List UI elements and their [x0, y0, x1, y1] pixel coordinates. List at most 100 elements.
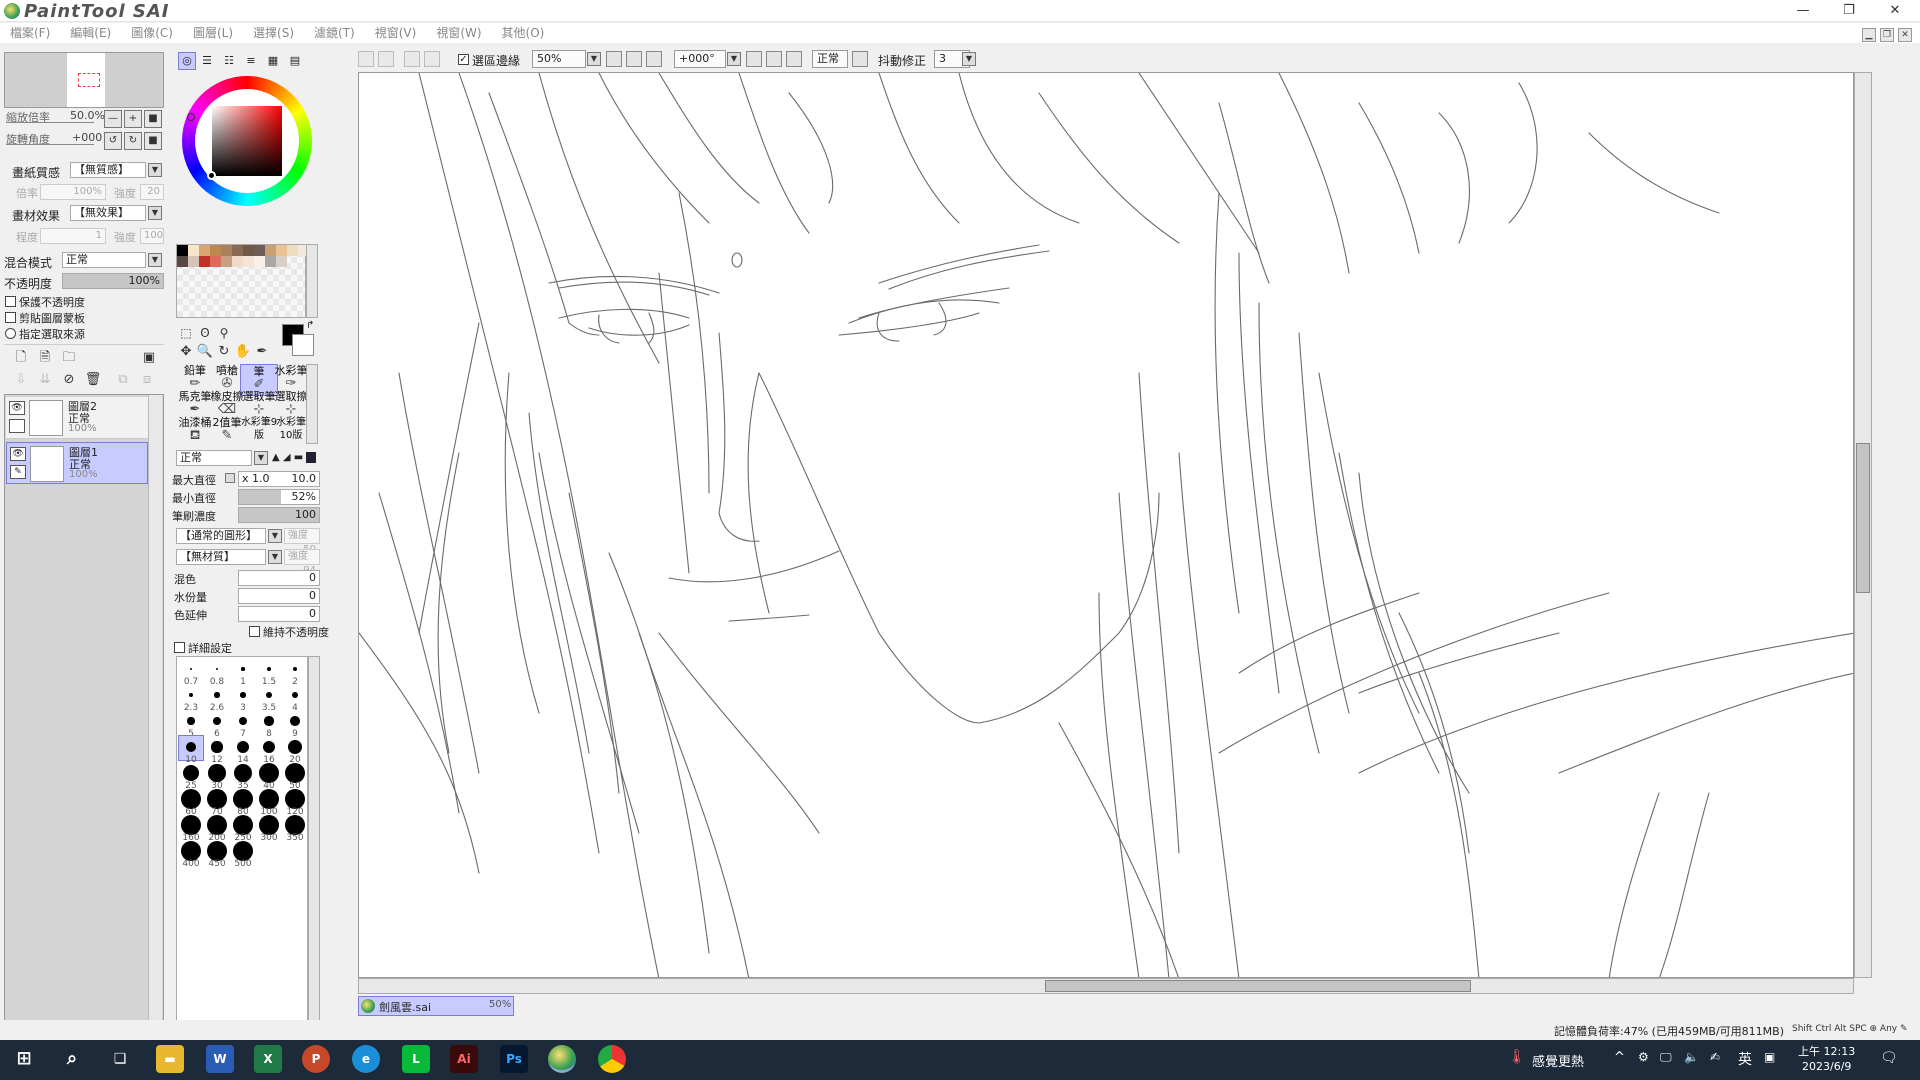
swatch-tab[interactable]: ▦	[264, 52, 282, 70]
chevron-down-icon[interactable]: ▼	[268, 529, 282, 543]
rect-select-icon[interactable]: ⬚	[177, 324, 195, 342]
chevron-down-icon[interactable]: ▼	[148, 163, 162, 177]
volume-icon[interactable]: 🔈	[1684, 1050, 1699, 1064]
color-swatch[interactable]	[199, 256, 210, 267]
brush-icon[interactable]: ✎	[10, 465, 26, 479]
selection-source-radio[interactable]	[5, 328, 16, 339]
zoom-out-button[interactable]: —	[104, 110, 122, 128]
merge-down-icon[interactable]: ⇊	[36, 371, 54, 389]
powerpoint-icon[interactable]: P	[302, 1045, 330, 1073]
drawing-canvas[interactable]	[358, 72, 1854, 978]
deselect-icon[interactable]	[404, 51, 420, 67]
file-explorer-icon[interactable]: ▬	[156, 1045, 184, 1073]
rotate-value[interactable]: +000	[72, 131, 102, 144]
color-swatch[interactable]	[265, 245, 276, 256]
layer-mask-icon[interactable]: ▣	[140, 349, 158, 367]
color-swatch[interactable]	[221, 256, 232, 267]
search-icon[interactable]: ⌕	[58, 1045, 86, 1073]
chevron-down-icon[interactable]: ▼	[727, 52, 741, 66]
rotate-select[interactable]: +000°	[674, 50, 726, 68]
horizontal-scrollbar[interactable]	[358, 978, 1854, 994]
zoom-icon[interactable]: 🔍	[196, 343, 214, 361]
menu-window[interactable]: 視窗(W)	[426, 23, 491, 43]
advanced-settings-checkbox[interactable]	[174, 642, 185, 653]
keep-opacity-checkbox[interactable]	[249, 626, 260, 637]
rgb-slider-tab[interactable]: ☰	[198, 52, 216, 70]
swap-color-icon[interactable]: ↱	[306, 320, 314, 331]
brush-texture-select[interactable]: 【無材質】	[176, 549, 266, 565]
selection-edge-checkbox[interactable]: ✓	[458, 54, 469, 65]
color-swatch[interactable]	[199, 245, 210, 256]
chrome-icon[interactable]	[598, 1045, 626, 1073]
menu-others[interactable]: 其他(O)	[492, 23, 555, 43]
menu-view[interactable]: 視窗(V)	[365, 23, 427, 43]
paper-texture-select[interactable]: 【無質感】	[70, 162, 146, 178]
scratchpad-tab[interactable]: ▤	[286, 52, 304, 70]
undo-icon[interactable]	[358, 51, 374, 67]
minimize-button[interactable]: —	[1780, 0, 1826, 22]
clear-layer-icon[interactable]: ⊘	[60, 371, 78, 389]
chevron-down-icon[interactable]: ▼	[254, 451, 268, 465]
flip-icon[interactable]	[852, 51, 868, 67]
max-size-field[interactable]: x 1.0 10.0	[238, 471, 320, 487]
new-folder-icon[interactable]: 🗀	[60, 349, 78, 367]
redo-icon[interactable]	[378, 51, 394, 67]
texture-strength-value[interactable]: 20	[140, 184, 164, 200]
texture-strength-field[interactable]: 強度94	[284, 549, 320, 576]
swatch-scrollbar[interactable]	[306, 244, 318, 318]
zoom-select[interactable]: 50%	[532, 50, 586, 68]
weather-text[interactable]: 感覺更熱	[1532, 1051, 1584, 1070]
color-swatch[interactable]	[188, 245, 199, 256]
ime-indicator[interactable]: 英	[1738, 1049, 1752, 1069]
eye-icon[interactable]: 👁	[9, 401, 25, 415]
effect-degree-value[interactable]: 1	[40, 228, 106, 244]
restore-button[interactable]: ❐	[1826, 0, 1872, 22]
color-swatch[interactable]	[243, 245, 254, 256]
rotate-icon[interactable]: ↻	[215, 343, 233, 361]
magic-wand-icon[interactable]: ⚲	[215, 324, 233, 342]
invert-select-icon[interactable]	[424, 51, 440, 67]
rotate-left-button[interactable]: ↺	[104, 132, 122, 150]
document-tab[interactable]: 劍風雲.sai 50%	[358, 996, 514, 1016]
chevron-down-icon[interactable]: ▼	[148, 253, 162, 267]
mdi-minimize-button[interactable]: ▁	[1862, 28, 1876, 42]
color-swatch[interactable]	[232, 245, 243, 256]
tray-apps-icon[interactable]: ⚙	[1638, 1050, 1649, 1064]
color-swatch[interactable]	[276, 245, 287, 256]
mdi-close-button[interactable]: ✕	[1898, 28, 1912, 42]
input-mode-icon[interactable]: ▣	[1764, 1050, 1775, 1064]
color-swatch[interactable]	[276, 256, 287, 267]
rotate-reset-button[interactable]: ■	[144, 132, 162, 150]
color-swatch[interactable]	[221, 245, 232, 256]
eye-icon[interactable]: 👁	[10, 447, 26, 461]
saturation-value-square[interactable]	[212, 106, 282, 176]
weather-icon[interactable]: 🌡	[1508, 1049, 1526, 1065]
zoom-in-icon[interactable]	[626, 51, 642, 67]
brush-shape-select[interactable]: 【通常的圓形】	[176, 528, 266, 544]
menu-edit[interactable]: 編輯(E)	[60, 23, 121, 43]
water-slider[interactable]: 0	[238, 588, 320, 604]
layer-item[interactable]: 👁 ✎ 圖層1 正常 100%	[6, 442, 148, 484]
color-swatch[interactable]	[265, 256, 276, 267]
background-color-swatch[interactable]	[292, 334, 314, 356]
clip-group-checkbox[interactable]	[5, 312, 16, 323]
horizontal-scrollbar-thumb[interactable]	[1045, 980, 1471, 992]
menu-file[interactable]: 檔案(F)	[0, 23, 60, 43]
edge-icon[interactable]: e	[352, 1045, 380, 1073]
photoshop-icon[interactable]: Ps	[500, 1045, 528, 1073]
persistence-slider[interactable]: 0	[238, 606, 320, 622]
notification-icon[interactable]: 🗨	[1880, 1050, 1898, 1066]
blend-slider[interactable]: 0	[238, 570, 320, 586]
color-swatch[interactable]	[254, 256, 265, 267]
color-swatch[interactable]	[254, 245, 265, 256]
color-swatch[interactable]	[177, 245, 188, 256]
color-wheel-tab[interactable]: ◎	[178, 52, 196, 70]
effect-strength-value[interactable]: 100	[140, 228, 164, 244]
brush-shape-presets[interactable]: ▲ ◢ ▬ ■	[272, 450, 320, 466]
tray-chevron-icon[interactable]: ^	[1614, 1050, 1625, 1065]
task-view-icon[interactable]: ❏	[106, 1045, 134, 1073]
navigator-preview[interactable]	[4, 52, 164, 108]
size-lock-toggle[interactable]	[225, 473, 235, 483]
color-swatch[interactable]	[232, 256, 243, 267]
layer-list-scrollbar[interactable]	[148, 395, 162, 1055]
